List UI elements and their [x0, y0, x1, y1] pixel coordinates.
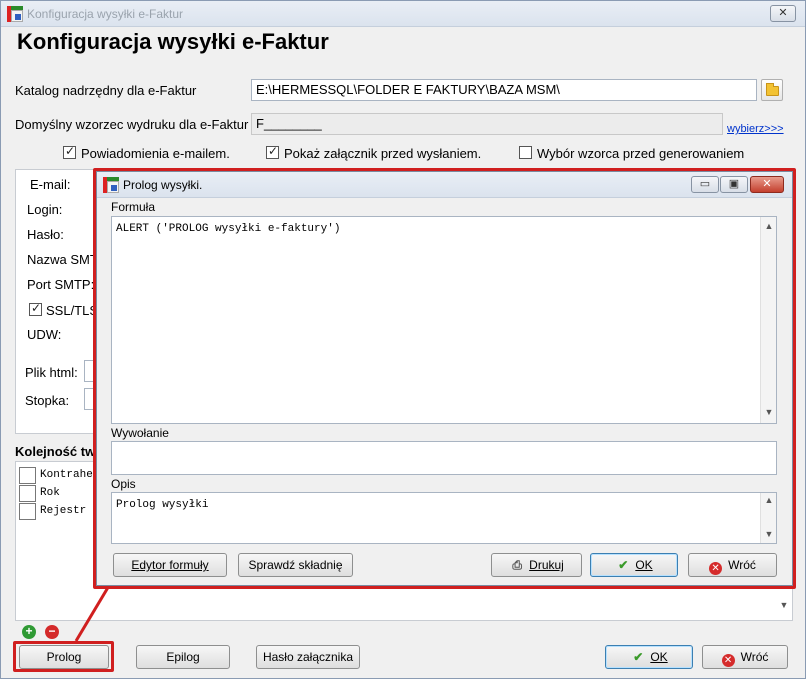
main-window: Konfiguracja wysyłki e-Faktur ✕ Konfigur… [0, 0, 806, 679]
dialog-highlight [93, 168, 796, 589]
